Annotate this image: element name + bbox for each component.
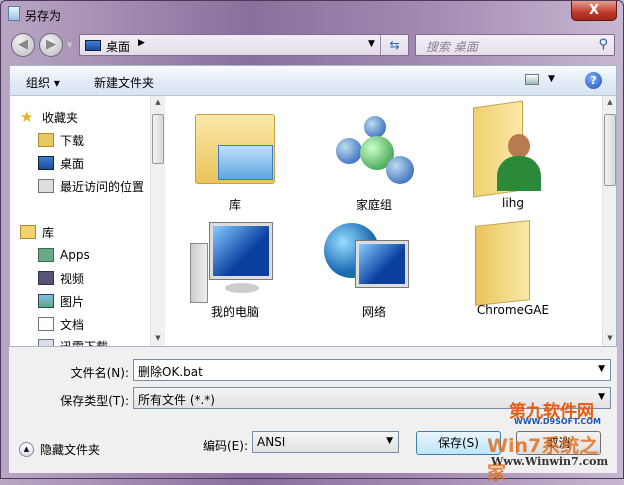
sidebar-item-thunder-downloads[interactable]: 迅雷下载 <box>38 336 108 346</box>
scroll-thumb[interactable] <box>604 114 616 186</box>
notepad-icon <box>8 6 20 21</box>
save-form: 文件名(N): 删除OK.bat ▼ 保存类型(T): 所有文件 (*.*) ▼ ▲… <box>9 347 617 484</box>
scroll-down-icon[interactable]: ▼ <box>151 334 165 342</box>
view-options-icon[interactable] <box>525 74 539 85</box>
sidebar-item-apps[interactable]: Apps <box>38 245 90 265</box>
view-dropdown-icon[interactable]: ▼ <box>548 74 555 84</box>
desktop-icon <box>85 40 101 51</box>
scroll-up-icon[interactable]: ▲ <box>151 98 165 106</box>
scroll-down-icon[interactable]: ▼ <box>603 334 616 342</box>
sidebar-item-documents[interactable]: 文档 <box>38 314 84 334</box>
sidebar-item-pictures[interactable]: 图片 <box>38 291 84 311</box>
save-as-dialog: 另存为 X ◀ ▶ ▼ 桌面 ▶ ▼ ⇆ 搜索 桌面 ⚲ 组织 ▾ 新建文件夹 … <box>0 0 624 484</box>
folder-icon <box>475 220 530 306</box>
encoding-select[interactable]: ANSI ▼ <box>252 431 399 453</box>
scroll-thumb[interactable] <box>152 114 164 164</box>
refresh-button[interactable]: ⇆ <box>380 35 408 55</box>
toolbar: 组织 ▾ 新建文件夹 ▼ ? <box>9 65 617 96</box>
new-folder-button[interactable]: 新建文件夹 <box>94 74 154 91</box>
cancel-button[interactable]: 取消 <box>516 431 601 455</box>
pictures-icon <box>38 294 54 308</box>
videos-icon <box>38 271 54 285</box>
search-icon[interactable]: ⚲ <box>598 37 608 52</box>
star-icon: ★ <box>20 108 34 126</box>
sidebar-item-downloads[interactable]: 下载 <box>38 130 84 150</box>
sidebar-scrollbar[interactable]: ▲ ▼ <box>150 96 165 346</box>
watermark-winwin7-url: Www.Winwin7.com <box>491 455 609 468</box>
save-type-select[interactable]: 所有文件 (*.*) ▼ <box>133 387 611 409</box>
back-button[interactable]: ◀ <box>11 33 35 57</box>
search-placeholder: 搜索 桌面 <box>426 40 478 54</box>
library-icon <box>20 225 36 239</box>
search-input[interactable]: 搜索 桌面 ⚲ <box>415 34 615 56</box>
save-button[interactable]: 保存(S) <box>416 431 501 455</box>
sidebar-item-favorites[interactable]: ★ 收藏夹 <box>20 107 78 127</box>
chevron-down-icon[interactable]: ▼ <box>598 364 605 374</box>
help-button[interactable]: ? <box>585 72 602 89</box>
scroll-up-icon[interactable]: ▲ <box>603 98 616 106</box>
recent-places-icon <box>38 179 54 193</box>
watermark-d9soft-url: WWW.D9SOFT.COM <box>514 417 602 426</box>
computer-icon <box>190 243 208 303</box>
navigation-pane: ★ 收藏夹 下载 桌面 最近访问的位置 库 Apps 视频 图片 文档 迅雷下载 <box>10 96 150 346</box>
sidebar-item-libraries[interactable]: 库 <box>20 222 54 242</box>
address-dropdown-icon[interactable]: ▼ <box>368 39 375 49</box>
encoding-label: 编码(E): <box>203 439 248 453</box>
hide-folders-button[interactable]: ▲ 隐藏文件夹 <box>19 441 100 458</box>
documents-icon <box>38 317 54 331</box>
forward-button[interactable]: ▶ <box>39 33 63 57</box>
filename-label: 文件名(N): <box>70 366 129 380</box>
save-type-label: 保存类型(T): <box>60 394 129 408</box>
apps-folder-icon <box>38 248 54 262</box>
main-pane: ★ 收藏夹 下载 桌面 最近访问的位置 库 Apps 视频 图片 文档 迅雷下载 … <box>9 96 617 347</box>
chevron-up-icon: ▲ <box>19 442 34 457</box>
address-bar[interactable]: 桌面 ▶ ▼ ⇆ <box>79 34 409 56</box>
close-button[interactable]: X <box>571 1 617 21</box>
chevron-down-icon[interactable]: ▼ <box>598 392 605 402</box>
organize-button[interactable]: 组织 ▾ <box>26 74 60 91</box>
sidebar-item-videos[interactable]: 视频 <box>38 268 84 288</box>
file-list-scrollbar[interactable]: ▲ ▼ <box>602 96 616 346</box>
thunder-download-icon <box>38 339 54 346</box>
sidebar-item-desktop[interactable]: 桌面 <box>38 153 84 173</box>
chevron-down-icon[interactable]: ▼ <box>386 436 393 446</box>
download-folder-icon <box>38 133 54 147</box>
recent-pages-dropdown[interactable]: ▼ <box>67 41 72 49</box>
window-title: 另存为 <box>25 9 62 23</box>
desktop-icon <box>38 156 54 170</box>
filename-input[interactable]: 删除OK.bat ▼ <box>133 359 611 381</box>
library-icon <box>195 114 275 184</box>
sidebar-item-recent-places[interactable]: 最近访问的位置 <box>38 176 144 196</box>
breadcrumb-desktop[interactable]: 桌面 <box>106 38 130 55</box>
homegroup-icon <box>334 116 414 191</box>
breadcrumb-arrow-icon[interactable]: ▶ <box>138 38 145 48</box>
